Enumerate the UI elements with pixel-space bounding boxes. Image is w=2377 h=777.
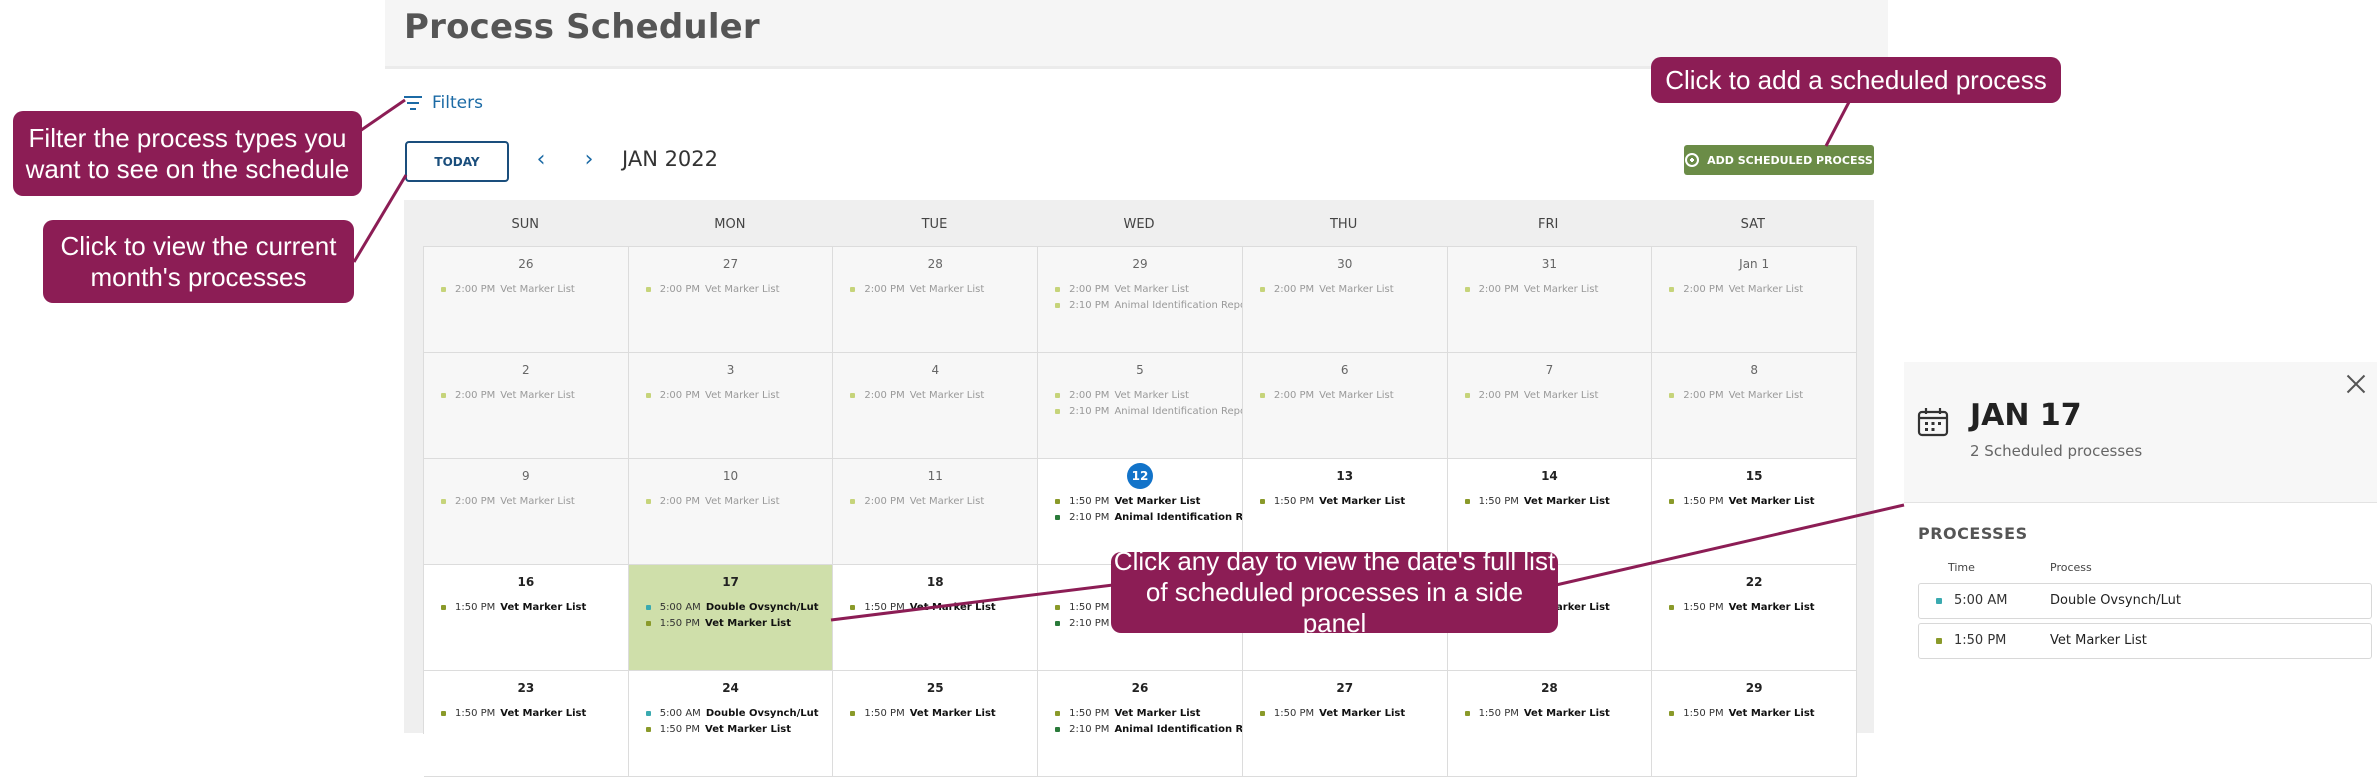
add-process-callout: Click to add a scheduled process bbox=[1651, 57, 2061, 103]
day-click-callout: Click any day to view the date's full li… bbox=[1111, 546, 1558, 638]
filter-callout: Filter the process types you want to see… bbox=[13, 111, 362, 196]
today-callout: Click to view the current month's proces… bbox=[43, 220, 354, 303]
